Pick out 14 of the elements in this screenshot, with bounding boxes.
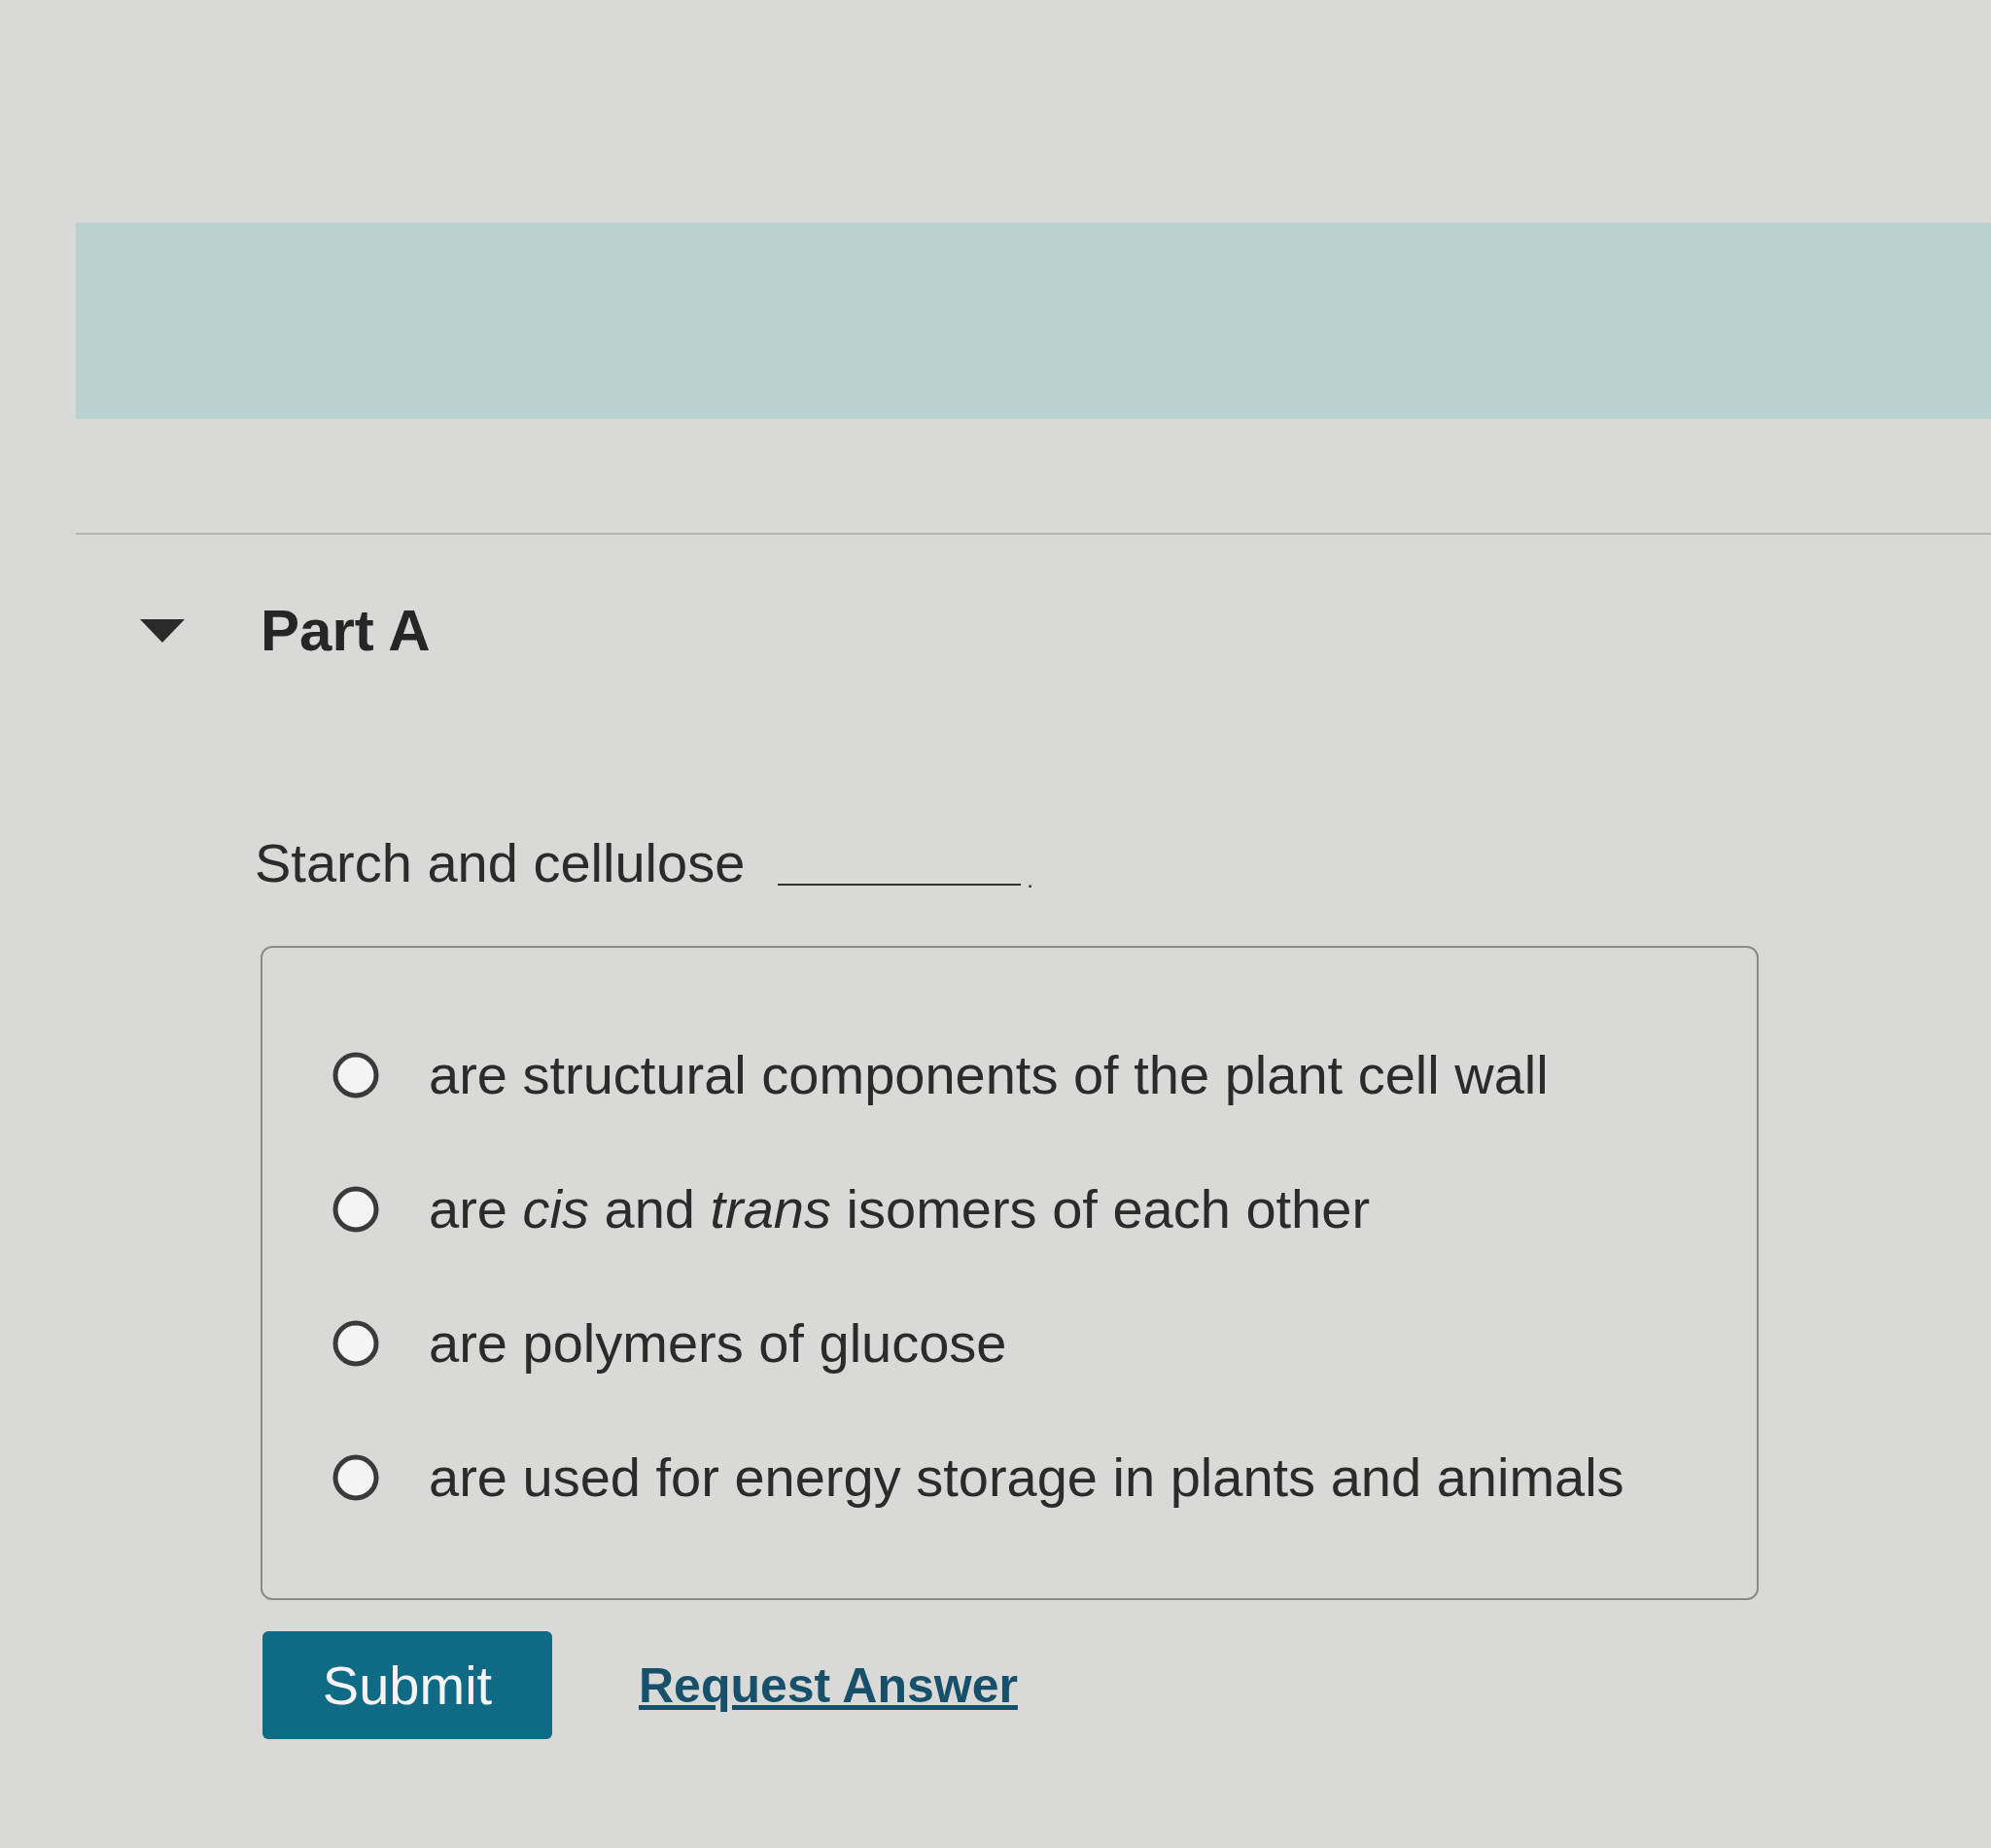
request-answer-link[interactable]: Request Answer <box>639 1656 1018 1714</box>
caret-icon[interactable] <box>140 619 185 643</box>
part-title: Part A <box>261 597 431 665</box>
period-text: . <box>1027 868 1033 891</box>
radio-button[interactable] <box>332 1186 379 1233</box>
option-label[interactable]: are cis and trans isomers of each other <box>429 1175 1371 1243</box>
radio-button[interactable] <box>332 1454 379 1501</box>
radio-button[interactable] <box>332 1052 379 1098</box>
option-label[interactable]: are structural components of the plant cell wall <box>429 1041 1549 1109</box>
option-label[interactable]: are polymers of glucose <box>429 1309 1007 1377</box>
submit-button[interactable]: Submit <box>262 1631 552 1739</box>
option-label[interactable]: are used for energy storage in plants and animals <box>429 1444 1624 1512</box>
question-text: Starch and cellulose <box>255 831 746 895</box>
radio-button[interactable] <box>332 1320 379 1367</box>
